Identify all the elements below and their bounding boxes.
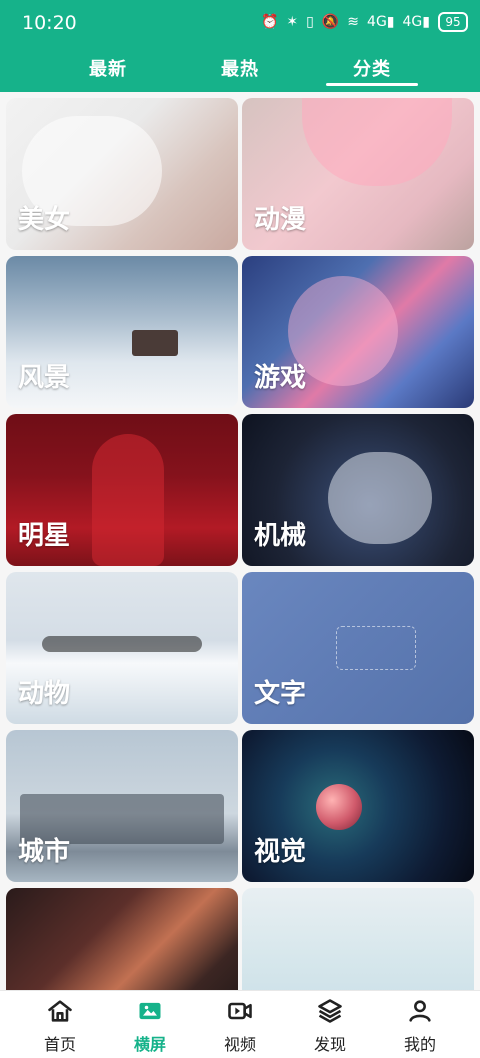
signal-4g-icon: 4G▮: [402, 14, 430, 30]
category-card-anime[interactable]: 动漫: [242, 98, 474, 250]
tab-categories[interactable]: 分类: [292, 44, 452, 92]
illustration-skirt: [302, 98, 452, 186]
bluetooth-icon: ✶: [286, 14, 299, 30]
category-label: 美女: [18, 205, 71, 235]
category-card-celebrity[interactable]: 明星: [6, 414, 238, 566]
nav-home[interactable]: 首页: [12, 997, 108, 1055]
wifi-icon: ≋: [347, 14, 360, 30]
category-card-partial-left[interactable]: [6, 888, 238, 990]
landscape-image-icon: [139, 1002, 161, 1020]
mute-icon: 🔕: [321, 14, 340, 30]
category-label: 游戏: [254, 363, 307, 393]
category-label: 动物: [18, 679, 71, 709]
category-label: 城市: [18, 837, 71, 867]
status-time: 10:20: [22, 12, 77, 34]
alarm-icon: ⏰: [260, 14, 279, 30]
penguins-shape: [42, 636, 202, 652]
category-card-machine[interactable]: 机械: [242, 414, 474, 566]
planet-shape: [316, 784, 362, 830]
category-card-city[interactable]: 城市: [6, 730, 238, 882]
category-card-vision[interactable]: 视觉: [242, 730, 474, 882]
status-icons: ⏰ ✶ ▯ 🔕 ≋ 4G▮ 4G▮ 95: [261, 12, 468, 32]
category-label: 动漫: [254, 205, 307, 235]
bottom-navigation: 首页 横屏 视频 发现 我的: [0, 990, 480, 1058]
nav-profile[interactable]: 我的: [372, 997, 468, 1055]
category-card-beauty[interactable]: 美女: [6, 98, 238, 250]
vibrate-icon: ▯: [306, 14, 314, 30]
nav-label: 横屏: [133, 1035, 166, 1054]
category-label: 文字: [254, 679, 307, 709]
category-card-partial-right[interactable]: [242, 888, 474, 990]
status-bar: 10:20 ⏰ ✶ ▯ 🔕 ≋ 4G▮ 4G▮ 95: [0, 0, 480, 44]
handwriting-shape: [336, 626, 416, 670]
cabin-shape: [132, 330, 178, 356]
home-icon: [48, 1000, 72, 1022]
category-tabs: 最新 最热 分类: [0, 44, 480, 92]
nav-label: 我的: [403, 1035, 436, 1054]
category-card-text[interactable]: 文字: [242, 572, 474, 724]
nav-label: 视频: [223, 1035, 256, 1054]
video-icon: [228, 1002, 252, 1020]
category-card-animal[interactable]: 动物: [6, 572, 238, 724]
network-label: 4G: [402, 14, 423, 30]
nav-label: 发现: [313, 1035, 346, 1054]
nav-discover[interactable]: 发现: [282, 997, 378, 1055]
motorcycle-shape: [328, 452, 432, 544]
category-label: 视觉: [254, 837, 307, 867]
network-label: 4G: [367, 14, 387, 30]
battery-indicator: 95: [438, 12, 468, 32]
category-card-game[interactable]: 游戏: [242, 256, 474, 408]
category-label: 风景: [18, 363, 71, 393]
user-icon: [409, 1000, 431, 1022]
photo-subject: [92, 434, 164, 566]
layers-icon: [318, 999, 342, 1023]
signal-4g-icon: 4G▮: [367, 14, 395, 30]
category-grid: 美女 动漫 风景 游戏 明星 机械 动物 文字 城市 视觉: [0, 92, 480, 990]
category-card-landscape[interactable]: 风景: [6, 256, 238, 408]
nav-video[interactable]: 视频: [192, 997, 288, 1055]
category-label: 明星: [18, 521, 71, 551]
nav-landscape[interactable]: 横屏: [102, 997, 198, 1055]
category-label: 机械: [254, 521, 307, 551]
nav-label: 首页: [43, 1035, 76, 1054]
